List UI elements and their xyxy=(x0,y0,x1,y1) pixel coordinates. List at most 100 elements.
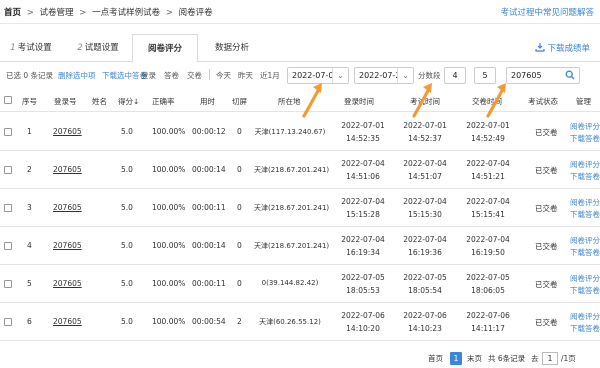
row-exam-date: 2022-07-04 xyxy=(403,235,447,244)
breadcrumb: 首页 > 试卷管理 > 一点考试样例试卷 > 阅卷评卷 xyxy=(4,6,213,18)
row-exam-date: 2022-07-04 xyxy=(403,197,447,206)
download-answer-button[interactable]: 下载答卷 xyxy=(570,171,600,182)
divider xyxy=(209,69,210,80)
grade-button[interactable]: 阅卷评分 xyxy=(570,159,600,170)
col-status: 考试状态 xyxy=(528,97,558,106)
tab-exam-settings[interactable]: 1 考试设置 xyxy=(0,34,62,62)
grade-button[interactable]: 阅卷评分 xyxy=(570,273,600,284)
login-id-link[interactable]: 207605 xyxy=(53,127,82,136)
row-score: 5.0 xyxy=(121,203,133,212)
login-id-link[interactable]: 207605 xyxy=(53,241,82,250)
breadcrumb-separator: > xyxy=(79,8,87,18)
select-all-checkbox[interactable] xyxy=(4,96,12,104)
filter-answer[interactable]: 答卷 xyxy=(164,70,179,81)
page-input[interactable]: 1 xyxy=(542,352,558,365)
date-to-picker[interactable]: 2022-07-20 ⌄ xyxy=(354,67,414,84)
row-checkbox[interactable] xyxy=(4,280,12,288)
login-id-link[interactable]: 207605 xyxy=(53,165,82,174)
download-scores-button[interactable]: 下载成绩单 xyxy=(535,42,590,54)
tab-question-settings[interactable]: 2 试题设置 xyxy=(64,34,132,62)
row-submit-time: 16:19:50 xyxy=(471,248,505,257)
login-id-link[interactable]: 207605 xyxy=(53,317,82,326)
quick-date-today[interactable]: 今天 xyxy=(216,70,231,81)
breadcrumb-home[interactable]: 首页 xyxy=(4,8,21,18)
row-login-time: 16:19:34 xyxy=(346,248,380,257)
grade-button[interactable]: 阅卷评分 xyxy=(570,235,600,246)
col-login-time: 登录时间 xyxy=(344,97,374,106)
row-rate: 100.00% xyxy=(152,127,186,136)
row-score: 5.0 xyxy=(121,127,133,136)
row-rate: 100.00% xyxy=(152,317,186,326)
tab-data-analysis[interactable]: 数据分析 xyxy=(200,34,264,62)
tab-bar: 1 考试设置 2 试题设置 阅卷评分 数据分析 下载成绩单 xyxy=(0,34,600,63)
row-submit-date: 2022-07-04 xyxy=(466,197,510,206)
row-submit-time: 18:06:05 xyxy=(471,286,505,295)
col-score-label: 得分 xyxy=(118,97,133,106)
col-score[interactable]: 得分↓ xyxy=(118,96,139,107)
first-page-button[interactable]: 首页 xyxy=(428,353,443,364)
score-min-input[interactable]: 4 xyxy=(444,67,466,84)
help-link[interactable]: 考试过程中常见问题解答 xyxy=(500,6,594,18)
row-rate: 100.00% xyxy=(152,165,186,174)
filter-submit[interactable]: 交卷 xyxy=(187,70,202,81)
row-status: 已交卷 xyxy=(535,128,558,137)
breadcrumb-separator: > xyxy=(26,8,34,18)
current-page[interactable]: 1 xyxy=(450,352,462,365)
row-checkbox[interactable] xyxy=(4,166,12,174)
tab-label: 阅卷评分 xyxy=(147,44,182,54)
download-answer-button[interactable]: 下载答卷 xyxy=(570,285,600,296)
row-index: 3 xyxy=(27,203,32,212)
search-icon[interactable] xyxy=(565,70,575,80)
download-answer-button[interactable]: 下载答卷 xyxy=(570,323,600,334)
row-login-date: 2022-07-04 xyxy=(341,159,385,168)
download-answer-button[interactable]: 下载答卷 xyxy=(570,209,600,220)
search-input[interactable]: 207605 xyxy=(506,67,580,84)
row-login-date: 2022-07-04 xyxy=(341,235,385,244)
row-score: 5.0 xyxy=(121,165,133,174)
row-submit-date: 2022-07-01 xyxy=(466,121,510,130)
row-exam-time: 15:15:30 xyxy=(408,210,442,219)
download-answer-button[interactable]: 下载答卷 xyxy=(570,247,600,258)
row-exam-date: 2022-07-04 xyxy=(403,159,447,168)
row-location: 0(39.144.82.42) xyxy=(261,279,319,287)
grade-button[interactable]: 阅卷评分 xyxy=(570,197,600,208)
row-login-time: 15:15:28 xyxy=(346,210,380,219)
download-answer-button[interactable]: 下载答卷 xyxy=(570,133,600,144)
row-screen-switch: 2 xyxy=(237,317,242,326)
row-submit-time: 15:15:41 xyxy=(471,210,505,219)
row-screen-switch: 0 xyxy=(237,165,242,174)
row-checkbox[interactable] xyxy=(4,242,12,250)
login-id-link[interactable]: 207605 xyxy=(53,203,82,212)
col-manage: 管理 xyxy=(576,97,591,106)
row-status: 已交卷 xyxy=(535,166,558,175)
last-page-button[interactable]: 末页 xyxy=(467,353,482,364)
row-checkbox[interactable] xyxy=(4,204,12,212)
col-rate: 正确率 xyxy=(152,97,175,106)
row-checkbox[interactable] xyxy=(4,128,12,136)
grade-button[interactable]: 阅卷评分 xyxy=(570,121,600,132)
row-status: 已交卷 xyxy=(535,318,558,327)
col-login: 登录号 xyxy=(54,97,77,106)
row-location: 天津(218.67.201.241) xyxy=(254,242,330,250)
col-location: 所在地 xyxy=(278,97,301,106)
row-duration: 00:00:14 xyxy=(192,165,226,174)
row-location: 天津(117.13.240.67) xyxy=(254,128,326,136)
row-checkbox[interactable] xyxy=(4,318,12,326)
breadcrumb-item[interactable]: 试卷管理 xyxy=(40,8,74,18)
breadcrumb-item[interactable]: 一点考试样例试卷 xyxy=(92,8,160,18)
row-screen-switch: 0 xyxy=(237,127,242,136)
table-row: 5 207605 5.0 100.00% 00:00:11 0 0(39.144.82.42… xyxy=(0,265,600,303)
grade-button[interactable]: 阅卷评分 xyxy=(570,311,600,322)
goto-label: 去 xyxy=(531,354,539,363)
row-location: 天津(218.67.201.241) xyxy=(254,166,330,174)
tab-label: 数据分析 xyxy=(214,43,249,53)
delete-selected-button[interactable]: 删除选中项 xyxy=(58,70,96,81)
filter-login[interactable]: 登录 xyxy=(141,70,156,81)
login-id-link[interactable]: 207605 xyxy=(53,279,82,288)
breadcrumb-separator: > xyxy=(165,8,173,18)
col-duration: 用时 xyxy=(200,97,215,106)
tab-grading[interactable]: 阅卷评分 xyxy=(132,34,198,63)
quick-date-last-month[interactable]: 近1月 xyxy=(260,70,280,81)
row-location: 天津(218.67.201.241) xyxy=(254,204,330,212)
quick-date-yesterday[interactable]: 昨天 xyxy=(238,70,253,81)
